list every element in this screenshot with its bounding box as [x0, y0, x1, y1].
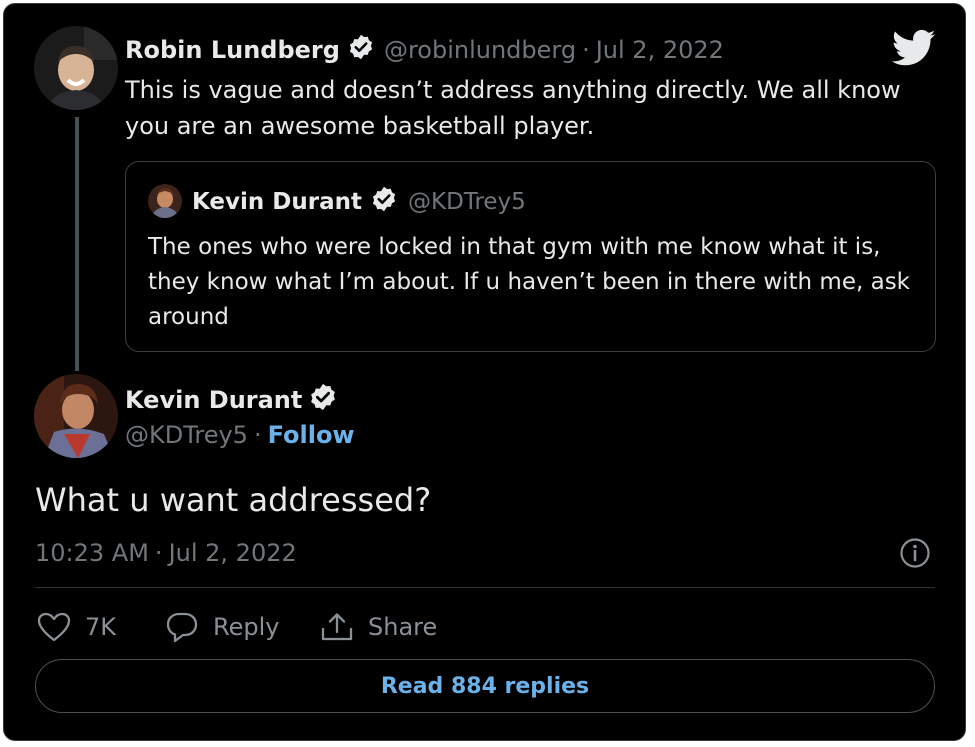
quoted-author-avatar — [148, 184, 182, 218]
like-count: 7K — [85, 613, 117, 641]
reply-label: Reply — [213, 613, 280, 641]
verified-badge-icon — [308, 382, 338, 418]
speech-bubble-icon — [165, 611, 213, 643]
original-tweet-text: This is vague and doesn’t address anythi… — [125, 76, 901, 140]
info-icon[interactable] — [899, 537, 931, 569]
main-tweet-text: What u want addressed? — [35, 481, 432, 519]
thread-connector-line — [75, 117, 79, 371]
tweet-embed-card: Robin Lundberg @robinlundberg · Jul 2, 2… — [3, 3, 966, 741]
main-tweet-timestamp[interactable]: 10:23 AM · Jul 2, 2022 — [35, 536, 297, 570]
divider — [35, 587, 935, 588]
like-button[interactable]: 7K — [37, 609, 116, 645]
follow-link[interactable]: Follow — [268, 421, 355, 449]
share-upload-icon — [320, 611, 368, 643]
main-author-row: Kevin Durant — [125, 382, 338, 418]
verified-badge-icon — [347, 33, 375, 67]
quoted-tweet[interactable]: Kevin Durant @KDTrey5 The ones who were … — [125, 161, 936, 352]
quoted-tweet-header: Kevin Durant @KDTrey5 — [192, 186, 526, 218]
original-author-handle[interactable]: @robinlundberg — [384, 36, 576, 64]
share-button[interactable]: Share — [320, 609, 437, 645]
tweet-date: Jul 2, 2022 — [168, 539, 297, 567]
time-separator: · — [154, 539, 163, 567]
original-author-name[interactable]: Robin Lundberg — [125, 36, 340, 64]
quoted-author-name: Kevin Durant — [192, 189, 362, 215]
original-tweet-date[interactable]: Jul 2, 2022 — [596, 36, 724, 64]
read-replies-button[interactable]: Read 884 replies — [35, 659, 935, 713]
reply-button[interactable]: Reply — [165, 609, 279, 645]
main-author-handle[interactable]: @KDTrey5 — [125, 421, 248, 449]
quoted-author-handle: @KDTrey5 — [407, 189, 526, 215]
main-author-name[interactable]: Kevin Durant — [125, 386, 302, 414]
kd-avatar[interactable] — [34, 374, 118, 458]
tweet-time: 10:23 AM — [35, 539, 149, 567]
handle-separator: · — [253, 421, 262, 449]
verified-badge-icon — [370, 185, 398, 219]
main-handle-row: @KDTrey5 · Follow — [125, 418, 355, 452]
header-separator: · — [582, 36, 590, 64]
original-tweet-header: Robin Lundberg @robinlundberg · Jul 2, 2… — [125, 32, 724, 68]
share-label: Share — [368, 613, 438, 641]
heart-icon — [37, 612, 85, 642]
robin-avatar[interactable] — [34, 26, 118, 110]
twitter-bird-icon[interactable] — [891, 28, 936, 68]
quoted-tweet-text: The ones who were locked in that gym wit… — [148, 234, 910, 330]
